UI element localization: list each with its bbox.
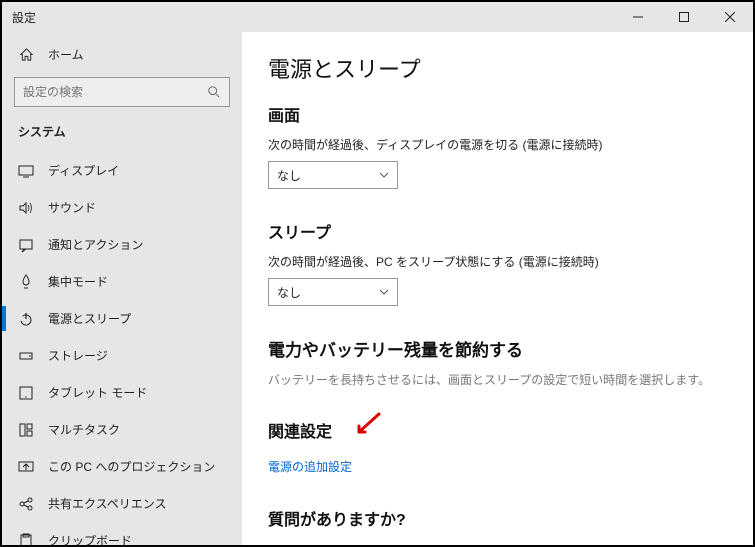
screen-timeout-select[interactable]: なし	[268, 161, 398, 189]
maximize-button[interactable]	[661, 2, 707, 32]
notifications-icon	[18, 237, 34, 253]
sleep-label: 次の時間が経過後、PC をスリープ状態にする (電源に接続時)	[268, 253, 727, 270]
share-icon	[18, 496, 34, 512]
home-link[interactable]: ホーム	[2, 38, 242, 71]
sidebar-item-label: タブレット モード	[48, 384, 147, 401]
sleep-timeout-select[interactable]: なし	[268, 278, 398, 306]
screen-header: 画面	[268, 102, 727, 126]
sidebar-item-label: 電源とスリープ	[48, 310, 131, 327]
close-button[interactable]	[707, 2, 753, 32]
search-box[interactable]	[14, 77, 230, 107]
sidebar-item-shared[interactable]: 共有エクスペリエンス	[2, 485, 242, 522]
sidebar-item-label: 通知とアクション	[48, 236, 143, 253]
sidebar-item-label: この PC へのプロジェクション	[48, 458, 215, 475]
sidebar-item-clipboard[interactable]: クリップボード	[2, 522, 242, 545]
maximize-icon	[679, 12, 689, 22]
sidebar-item-label: 集中モード	[48, 273, 108, 290]
sound-icon	[18, 200, 34, 216]
sidebar-item-label: ストレージ	[48, 347, 108, 364]
window-controls	[615, 2, 753, 32]
sidebar-item-focus[interactable]: 集中モード	[2, 263, 242, 300]
home-icon	[18, 47, 34, 62]
chevron-down-icon	[379, 170, 389, 180]
titlebar: 設定	[2, 2, 753, 32]
sidebar-item-notifications[interactable]: 通知とアクション	[2, 226, 242, 263]
sidebar-item-power[interactable]: 電源とスリープ	[2, 300, 242, 337]
home-label: ホーム	[48, 46, 84, 63]
sidebar: ホーム システム ディスプレイ	[2, 32, 242, 545]
storage-icon	[18, 348, 34, 364]
content-area: 電源とスリープ 画面 次の時間が経過後、ディスプレイの電源を切る (電源に接続時…	[242, 32, 753, 545]
tablet-icon	[18, 385, 34, 401]
sidebar-item-multitask[interactable]: マルチタスク	[2, 411, 242, 448]
screen-section: 画面 次の時間が経過後、ディスプレイの電源を切る (電源に接続時) なし	[268, 102, 727, 189]
close-icon	[725, 12, 735, 22]
battery-text: バッテリーを長持ちさせるには、画面とスリープの設定で短い時間を選択します。	[268, 371, 727, 388]
focus-icon	[18, 274, 34, 290]
clipboard-icon	[18, 533, 34, 546]
search-input[interactable]	[23, 85, 207, 99]
question-header: 質問がありますか?	[268, 506, 727, 530]
minimize-button[interactable]	[615, 2, 661, 32]
category-label: システム	[2, 117, 242, 152]
sidebar-item-storage[interactable]: ストレージ	[2, 337, 242, 374]
search-container	[2, 71, 242, 117]
related-header: 関連設定	[268, 418, 727, 442]
question-section: 質問がありますか? ヘルプを表示	[268, 506, 727, 545]
battery-header: 電力やバッテリー残量を節約する	[268, 336, 727, 361]
projection-icon	[18, 459, 34, 475]
sidebar-item-label: ディスプレイ	[48, 162, 119, 179]
display-icon	[18, 163, 34, 179]
related-section: 関連設定 電源の追加設定	[268, 418, 727, 476]
multitask-icon	[18, 422, 34, 438]
related-link[interactable]: 電源の追加設定	[268, 458, 352, 475]
screen-timeout-value: なし	[277, 167, 301, 184]
sleep-section: スリープ 次の時間が経過後、PC をスリープ状態にする (電源に接続時) なし	[268, 219, 727, 306]
sidebar-item-display[interactable]: ディスプレイ	[2, 152, 242, 189]
window-title: 設定	[2, 9, 615, 26]
sidebar-item-label: 共有エクスペリエンス	[48, 495, 167, 512]
search-icon	[207, 85, 221, 99]
sleep-timeout-value: なし	[277, 284, 301, 301]
screen-label: 次の時間が経過後、ディスプレイの電源を切る (電源に接続時)	[268, 136, 727, 153]
sidebar-item-sound[interactable]: サウンド	[2, 189, 242, 226]
chevron-down-icon	[379, 287, 389, 297]
battery-section: 電力やバッテリー残量を節約する バッテリーを長持ちさせるには、画面とスリープの設…	[268, 336, 727, 388]
sidebar-item-label: マルチタスク	[48, 421, 120, 438]
page-title: 電源とスリープ	[268, 52, 727, 84]
sidebar-item-projection[interactable]: この PC へのプロジェクション	[2, 448, 242, 485]
minimize-icon	[633, 12, 643, 22]
sidebar-item-label: サウンド	[48, 199, 96, 216]
power-icon	[18, 311, 34, 327]
annotation-arrow-icon	[353, 412, 383, 438]
sidebar-item-tablet[interactable]: タブレット モード	[2, 374, 242, 411]
sidebar-item-label: クリップボード	[48, 532, 132, 545]
sleep-header: スリープ	[268, 219, 727, 243]
